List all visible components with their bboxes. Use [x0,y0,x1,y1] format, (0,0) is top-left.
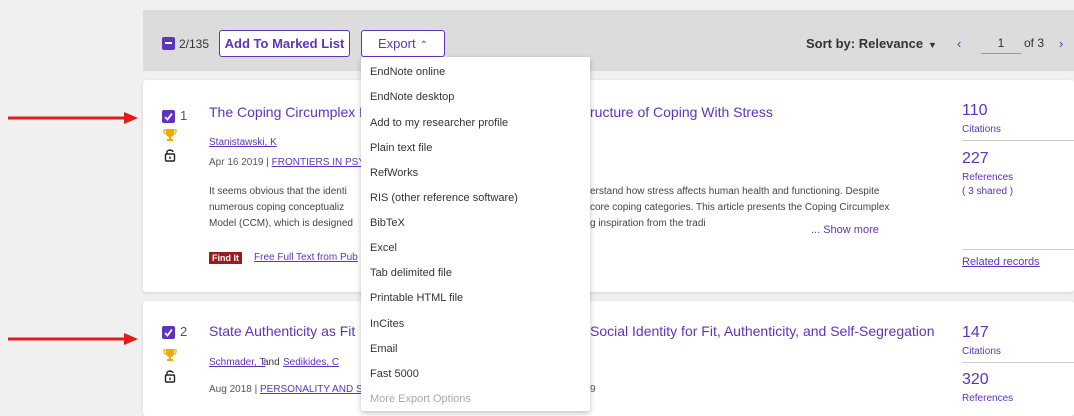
export-option-incites[interactable]: InCites [370,318,404,330]
divider [962,249,1074,250]
select-all-checkbox[interactable] [162,37,175,50]
author-link[interactable]: Sedikides, C [283,357,339,368]
open-lock-icon [164,370,176,383]
record-title[interactable]: State Authenticity as Fit [209,323,355,339]
export-option-fast-5000[interactable]: Fast 5000 [370,368,419,380]
record-title[interactable]: The Coping Circumplex M [209,104,371,120]
sort-dropdown[interactable]: Sort by: Relevance ▼ [806,36,937,51]
export-option-more: More Export Options [370,393,471,405]
record-title-continued[interactable]: Social Identity for Fit, Authenticity, a… [590,323,934,339]
pager-prev-button[interactable]: ‹ [957,36,961,51]
record-checkbox[interactable] [162,110,175,123]
export-option-bibtex[interactable]: BibTeX [370,217,405,229]
abstract-text: It seems obvious that the identi [209,186,347,197]
abstract-text: Model (CCM), which is designed [209,218,353,229]
export-menu: EndNote online EndNote desktop Add to my… [361,57,590,411]
citations-count[interactable]: 110 [962,102,988,120]
pager-next-button[interactable]: › [1059,36,1063,51]
author-link[interactable]: Schmader, T [209,357,266,368]
page-number-input[interactable] [981,33,1021,54]
citations-count[interactable]: 147 [962,324,989,342]
record-date: Aug 2018 | [209,384,260,395]
abstract-text: erstand how stress affects human health … [590,186,880,197]
record-date: Apr 16 2019 | [209,157,272,168]
record-meta-continued: 9 [590,384,596,395]
record-checkbox[interactable] [162,326,175,339]
trophy-icon [163,349,177,361]
record-meta: Aug 2018 | PERSONALITY AND S [209,384,363,395]
abstract-text: core coping categories. This article pre… [590,202,890,213]
export-button[interactable]: Export ⌃ [361,30,445,57]
free-full-text-link[interactable]: Free Full Text from Pub [254,252,358,263]
export-option-refworks[interactable]: RefWorks [370,167,418,179]
related-records-link[interactable]: Related records [962,256,1040,268]
export-option-endnote-desktop[interactable]: EndNote desktop [370,91,454,103]
red-arrow-annotation [8,112,138,124]
export-option-plain-text[interactable]: Plain text file [370,142,432,154]
export-label: Export [378,36,416,51]
abstract-text: numerous coping conceptualiz [209,202,345,213]
export-option-endnote-online[interactable]: EndNote online [370,66,445,78]
show-more-link[interactable]: ... Show more [811,224,879,236]
export-option-researcher-profile[interactable]: Add to my researcher profile [370,117,508,129]
export-option-ris[interactable]: RIS (other reference software) [370,192,518,204]
export-option-email[interactable]: Email [370,343,398,355]
record-number: 1 [180,108,188,123]
references-count[interactable]: 320 [962,371,989,389]
pager-total: of 3 [1024,36,1045,50]
sort-label: Sort by: Relevance [806,36,924,51]
record-title-continued[interactable]: ructure of Coping With Stress [590,104,773,120]
citations-label: Citations [962,346,1001,357]
open-lock-icon [164,149,176,162]
chevron-up-icon: ⌃ [419,40,428,51]
journal-link[interactable]: FRONTIERS IN PSY [272,157,365,168]
export-option-tab-delimited[interactable]: Tab delimited file [370,267,452,279]
journal-link[interactable]: PERSONALITY AND S [260,384,363,395]
selected-count: 2/135 [179,37,210,51]
red-arrow-annotation [8,333,138,345]
citations-label: Citations [962,124,1001,135]
divider [962,362,1074,363]
find-it-button[interactable]: Find It [209,252,242,264]
shared-references[interactable]: ( 3 shared ) [962,186,1013,197]
record-meta: Apr 16 2019 | FRONTIERS IN PSY [209,157,365,168]
trophy-icon [163,129,177,141]
author-link[interactable]: Stanistawski, K [209,137,277,148]
abstract-text: g inspiration from the tradi [590,218,706,229]
references-label: References [962,393,1014,404]
references-count[interactable]: 227 [962,150,989,168]
add-to-marked-list-button[interactable]: Add To Marked List [219,30,350,57]
caret-down-icon: ▼ [928,40,937,50]
divider [962,140,1074,141]
references-label: References [962,172,1014,183]
record-number: 2 [180,324,188,339]
author-separator: and [263,357,280,368]
export-option-printable-html[interactable]: Printable HTML file [370,292,463,304]
export-option-excel[interactable]: Excel [370,242,397,254]
